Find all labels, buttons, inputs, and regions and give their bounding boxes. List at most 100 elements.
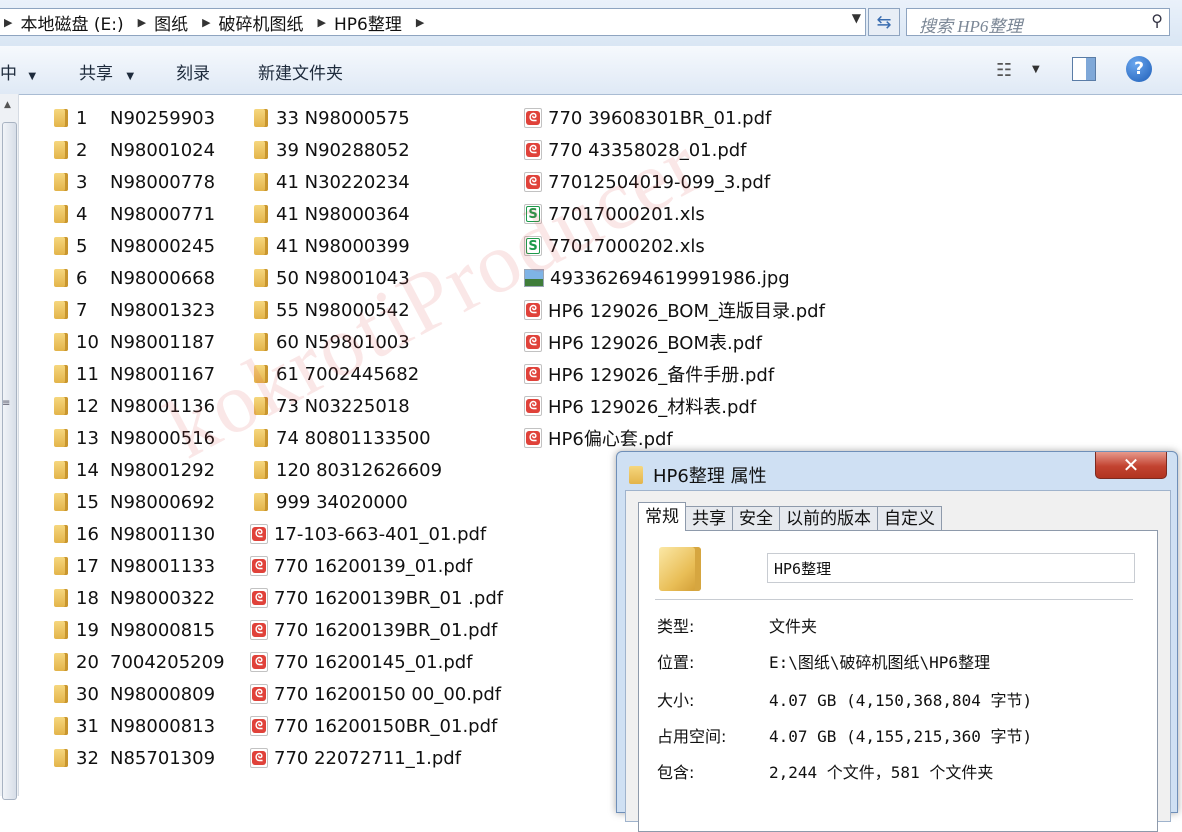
file-list-item[interactable]: 2 N98001024 bbox=[50, 136, 215, 164]
file-list-item[interactable]: ᘓ 770 16200139_01.pdf bbox=[250, 552, 473, 580]
share-button[interactable]: 共享 ▼ bbox=[79, 59, 134, 84]
file-list-item[interactable]: ᘓ HP6 129026_BOM_连版目录.pdf bbox=[524, 296, 825, 324]
file-list-item[interactable]: 18 N98000322 bbox=[50, 584, 215, 612]
tab-customize[interactable]: 自定义 bbox=[877, 506, 942, 531]
dialog-titlebar[interactable]: HP6整理 属性 bbox=[629, 462, 767, 488]
file-list-item[interactable]: 11 N98001167 bbox=[50, 360, 215, 388]
file-list-item[interactable]: ᘓ 77012504019-099_3.pdf bbox=[524, 168, 770, 196]
item-name: N98001323 bbox=[110, 299, 216, 321]
nav-pane-scrollbar[interactable]: ▲ ≡ bbox=[0, 94, 19, 800]
file-list-item[interactable]: ᘓ 770 16200150 00_00.pdf bbox=[250, 680, 501, 708]
file-list-item[interactable]: 14 N98001292 bbox=[50, 456, 215, 484]
file-list-item[interactable]: 39 N90288052 bbox=[250, 136, 410, 164]
item-number: 15 bbox=[76, 491, 99, 513]
file-list-item[interactable]: 31 N98000813 bbox=[50, 712, 215, 740]
file-list-item[interactable]: 33 N98000575 bbox=[250, 104, 410, 132]
pdf-glyph: ᘓ bbox=[255, 655, 263, 668]
file-list-item[interactable]: 4 N98000771 bbox=[50, 200, 215, 228]
file-list-item[interactable]: 12 N98001136 bbox=[50, 392, 215, 420]
file-list-item[interactable]: 3 N98000778 bbox=[50, 168, 215, 196]
file-list-item[interactable]: 7 N98001323 bbox=[50, 296, 215, 324]
breadcrumb-label[interactable]: 本地磁盘 (E:) bbox=[16, 10, 133, 35]
file-list-item[interactable]: S 77017000202.xls bbox=[524, 232, 705, 260]
file-list-item[interactable]: 6 N98000668 bbox=[50, 264, 215, 292]
file-list-item[interactable]: ᘓ 17-103-663-401_01.pdf bbox=[250, 520, 486, 548]
file-list-item[interactable]: 1 N90259903 bbox=[50, 104, 215, 132]
preview-pane-icon[interactable] bbox=[1072, 57, 1096, 81]
file-list-item[interactable]: ᘓ 770 43358028_01.pdf bbox=[524, 136, 747, 164]
breadcrumb-label[interactable]: HP6整理 bbox=[330, 10, 412, 35]
file-list-item[interactable]: 120 80312626609 bbox=[250, 456, 442, 484]
file-list-item[interactable]: 41 N30220234 bbox=[250, 168, 410, 196]
file-list-item[interactable]: ᘓ 770 16200139BR_01 .pdf bbox=[250, 584, 503, 612]
breadcrumb-label[interactable]: 破碎机图纸 bbox=[215, 10, 314, 35]
scroll-up-icon[interactable]: ▲ bbox=[4, 100, 11, 110]
chevron-right-icon[interactable]: ▶ bbox=[314, 16, 330, 29]
chevron-right-icon[interactable]: ▶ bbox=[134, 16, 150, 29]
item-name: N98001292 bbox=[110, 459, 216, 481]
breadcrumb[interactable]: ▶ 本地磁盘 (E:) ▶ 图纸 ▶ 破碎机图纸 ▶ HP6整理 ▶ ▼ bbox=[0, 8, 866, 36]
chevron-down-icon[interactable]: ▼ bbox=[1032, 64, 1040, 75]
file-list-item[interactable]: 41 N98000364 bbox=[250, 200, 410, 228]
new-folder-button[interactable]: 新建文件夹 bbox=[258, 59, 343, 84]
breadcrumb-segment[interactable]: ▶ 本地磁盘 (E:) bbox=[0, 10, 134, 35]
tab-sharing[interactable]: 共享 bbox=[685, 506, 733, 531]
file-list-item[interactable]: 55 N98000542 bbox=[250, 296, 410, 324]
item-number: 20 bbox=[76, 651, 99, 673]
file-list-item[interactable]: 15 N98000692 bbox=[50, 488, 215, 516]
file-list-item[interactable]: 41 N98000399 bbox=[250, 232, 410, 260]
organize-button[interactable]: 中 ▼ bbox=[0, 59, 36, 84]
file-list-item[interactable]: ᘓ 770 39608301BR_01.pdf bbox=[524, 104, 771, 132]
search-input[interactable]: 搜索 HP6整理 ⚲ bbox=[906, 8, 1170, 36]
file-list-item[interactable]: 10 N98001187 bbox=[50, 328, 215, 356]
burn-button[interactable]: 刻录 bbox=[176, 59, 210, 84]
file-list-item[interactable]: 5 N98000245 bbox=[50, 232, 215, 260]
file-list-item[interactable]: ᘓ HP6 129026_材料表.pdf bbox=[524, 392, 756, 420]
file-list-item[interactable]: 74 80801133500 bbox=[250, 424, 431, 452]
close-button[interactable]: ✕ bbox=[1095, 452, 1167, 479]
item-name: 77017000202.xls bbox=[548, 235, 705, 257]
file-list-item[interactable]: 30 N98000809 bbox=[50, 680, 215, 708]
search-icon[interactable]: ⚲ bbox=[1151, 11, 1163, 30]
folder-name-field[interactable]: HP6整理 bbox=[767, 553, 1135, 583]
item-name: 770 16200139BR_01.pdf bbox=[274, 619, 498, 641]
refresh-button[interactable]: ⇆ bbox=[868, 8, 900, 36]
file-list-item[interactable]: S 77017000201.xls bbox=[524, 200, 705, 228]
view-options-icon[interactable]: ☷ bbox=[996, 60, 1012, 81]
file-list-item[interactable]: 13 N98000516 bbox=[50, 424, 215, 452]
file-list-item[interactable]: 493362694619991986.jpg bbox=[524, 264, 790, 292]
file-list-item[interactable]: 999 34020000 bbox=[250, 488, 408, 516]
file-list-item[interactable]: ᘓ HP6 129026_BOM表.pdf bbox=[524, 328, 762, 356]
breadcrumb-segment[interactable]: ▶ HP6整理 ▶ bbox=[314, 10, 429, 35]
file-list-item[interactable]: ᘓ HP6 129026_备件手册.pdf bbox=[524, 360, 774, 388]
file-list-item[interactable]: ᘓ 770 16200145_01.pdf bbox=[250, 648, 473, 676]
chevron-down-icon[interactable]: ▼ bbox=[852, 11, 861, 25]
file-list-item[interactable]: 16 N98001130 bbox=[50, 520, 215, 548]
file-list-item[interactable]: 73 N03225018 bbox=[250, 392, 410, 420]
breadcrumb-segment[interactable]: ▶ 破碎机图纸 bbox=[198, 10, 313, 35]
item-name: N98000809 bbox=[110, 683, 216, 705]
file-list-item[interactable]: ᘓ 770 16200150BR_01.pdf bbox=[250, 712, 497, 740]
tab-previous-versions[interactable]: 以前的版本 bbox=[779, 506, 878, 531]
file-list-item[interactable]: 50 N98001043 bbox=[250, 264, 410, 292]
file-list-item[interactable]: ᘓ HP6偏心套.pdf bbox=[524, 424, 673, 452]
help-icon[interactable]: ? bbox=[1126, 56, 1152, 82]
file-list-item[interactable]: 20 7004205209 bbox=[50, 648, 225, 676]
file-list-item[interactable]: 19 N98000815 bbox=[50, 616, 215, 644]
tab-general[interactable]: 常规 bbox=[638, 502, 686, 531]
breadcrumb-segment[interactable]: ▶ 图纸 bbox=[134, 10, 198, 35]
file-list-item[interactable]: ᘓ 770 22072711_1.pdf bbox=[250, 744, 461, 772]
chevron-right-icon[interactable]: ▶ bbox=[0, 16, 16, 29]
item-number: 5 bbox=[76, 235, 88, 257]
tab-security[interactable]: 安全 bbox=[732, 506, 780, 531]
file-list-item[interactable]: 32 N85701309 bbox=[50, 744, 215, 772]
file-list-item[interactable]: 61 7002445682 bbox=[250, 360, 419, 388]
pdf-glyph: ᘓ bbox=[255, 591, 263, 604]
file-list-item[interactable]: 60 N59801003 bbox=[250, 328, 410, 356]
chevron-right-icon[interactable]: ▶ bbox=[198, 16, 214, 29]
breadcrumb-label[interactable]: 图纸 bbox=[150, 10, 198, 35]
file-list-item[interactable]: 17 N98001133 bbox=[50, 552, 215, 580]
file-list-item[interactable]: ᘓ 770 16200139BR_01.pdf bbox=[250, 616, 497, 644]
scrollbar-thumb[interactable] bbox=[2, 122, 17, 800]
chevron-right-icon[interactable]: ▶ bbox=[412, 16, 428, 29]
